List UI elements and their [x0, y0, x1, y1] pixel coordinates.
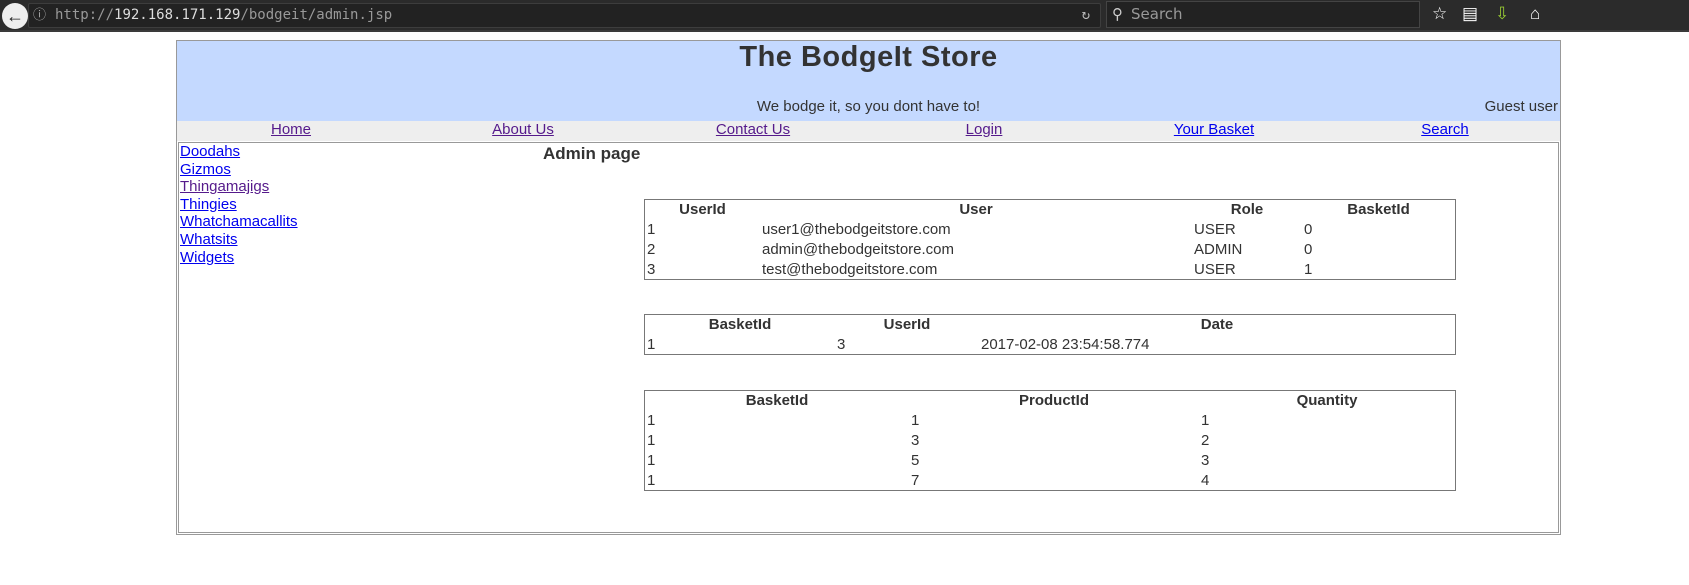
sidebar-item-thingamajigs[interactable]: Thingamajigs [180, 178, 298, 196]
cell: 3 [911, 431, 920, 449]
nav-your-basket[interactable]: Your Basket [1174, 121, 1254, 138]
cell: 1 [647, 335, 656, 353]
cell: test@thebodgeitstore.com [762, 260, 938, 278]
url-prefix: http:// [55, 7, 115, 23]
nav-contact-us[interactable]: Contact Us [716, 121, 790, 138]
search-placeholder: Search [1131, 5, 1183, 23]
cell: 1 [647, 220, 656, 238]
cell: 3 [1201, 451, 1210, 469]
home-icon[interactable]: ⌂ [1530, 4, 1540, 24]
reload-icon[interactable]: ↻ [1082, 4, 1090, 27]
sidebar-item-whatsits[interactable]: Whatsits [180, 231, 298, 249]
column-header: BasketId [708, 316, 772, 333]
table-row: 3 test@thebodgeitstore.com USER 1 [645, 259, 1455, 279]
sidebar-item-gizmos[interactable]: Gizmos [180, 161, 298, 179]
column-header: BasketId [1347, 201, 1410, 218]
column-header: UserId [679, 201, 726, 218]
cell: 2 [647, 240, 656, 258]
bookmark-star-icon[interactable]: ☆ [1432, 4, 1447, 24]
column-header: Role [1230, 201, 1264, 218]
download-icon[interactable]: ⇩ [1495, 4, 1509, 24]
cell: 0 [1304, 240, 1313, 258]
cell: 2017-02-08 23:54:58.774 [981, 335, 1150, 353]
back-button[interactable]: ← [2, 3, 28, 29]
cell: 1 [647, 451, 656, 469]
table-row: 1 5 3 [645, 450, 1455, 470]
url-bar[interactable]: ⓘ http://192.168.171.129/bodgeit/admin.j… [28, 3, 1101, 28]
search-icon: ⚲ [1112, 5, 1123, 23]
column-header: Quantity [1296, 392, 1358, 409]
sidebar-item-thingies[interactable]: Thingies [180, 196, 298, 214]
table-row: 1 user1@thebodgeitstore.com USER 0 [645, 219, 1455, 239]
cell: 7 [911, 471, 920, 489]
cell: 4 [1201, 471, 1210, 489]
cell: 3 [837, 335, 846, 353]
table-header-row: BasketId ProductId Quantity [645, 391, 1455, 410]
users-table: UserId User Role BasketId 1 user1@thebodg… [644, 199, 1456, 280]
table-row: 1 3 2 [645, 430, 1455, 450]
site-title: The BodgeIt Store [739, 41, 998, 73]
column-header: UserId [883, 316, 931, 333]
browser-search-input[interactable]: ⚲ Search [1106, 1, 1420, 28]
url-path: /bodgeit/admin.jsp [240, 7, 393, 23]
column-header: BasketId [745, 392, 809, 409]
cell: 1 [647, 411, 656, 429]
cell: user1@thebodgeitstore.com [762, 220, 951, 238]
cell: 1 [1304, 260, 1313, 278]
column-header: User [959, 201, 993, 218]
table-row: 1 7 4 [645, 470, 1455, 490]
user-status: Guest user [1484, 98, 1558, 115]
cell: 0 [1304, 220, 1313, 238]
reading-list-icon[interactable]: ▤ [1462, 4, 1478, 24]
basket-contents-table: BasketId ProductId Quantity 111 132 153 … [644, 390, 1456, 491]
sidebar: Doodahs Gizmos Thingamajigs Thingies Wha… [180, 143, 298, 266]
table-header-row: UserId User Role BasketId [645, 200, 1455, 219]
tagline: We bodge it, so you dont have to! [756, 98, 981, 115]
nav-about-us[interactable]: About Us [492, 121, 554, 138]
cell: USER [1194, 260, 1236, 278]
table-row: 2 admin@thebodgeitstore.com ADMIN 0 [645, 239, 1455, 259]
cell: 2 [1201, 431, 1210, 449]
table-header-row: BasketId UserId Date [645, 315, 1455, 334]
sidebar-item-doodahs[interactable]: Doodahs [180, 143, 298, 161]
column-header: ProductId [1019, 392, 1089, 409]
table-row: 1 3 2017-02-08 23:54:58.774 [645, 334, 1455, 354]
cell: 1 [911, 411, 920, 429]
baskets-table: BasketId UserId Date 1 3 2017-02-08 23:54:… [644, 314, 1456, 355]
nav-bar: Home About Us Contact Us Login Your Bask… [177, 121, 1560, 141]
nav-login[interactable]: Login [966, 121, 1003, 138]
table-row: 1 1 1 [645, 410, 1455, 430]
cell: 1 [647, 471, 656, 489]
cell: ADMIN [1194, 240, 1243, 258]
browser-toolbar: ← ⓘ http://192.168.171.129/bodgeit/admin… [0, 0, 1689, 32]
nav-home[interactable]: Home [271, 121, 311, 138]
cell: 3 [647, 260, 656, 278]
sidebar-item-whatchamacallits[interactable]: Whatchamacallits [180, 213, 298, 231]
cell: 5 [911, 451, 920, 469]
page-container: The BodgeIt Store We bodge it, so you do… [176, 40, 1561, 535]
site-header: The BodgeIt Store We bodge it, so you do… [177, 41, 1560, 121]
sidebar-item-widgets[interactable]: Widgets [180, 249, 298, 267]
cell: admin@thebodgeitstore.com [762, 240, 954, 258]
cell: 1 [647, 431, 656, 449]
page-title: Admin page [543, 144, 641, 163]
nav-search[interactable]: Search [1421, 121, 1469, 138]
content-area: Doodahs Gizmos Thingamajigs Thingies Wha… [178, 142, 1559, 533]
cell: 1 [1201, 411, 1210, 429]
column-header: Date [1200, 316, 1234, 333]
info-icon[interactable]: ⓘ [33, 4, 46, 27]
cell: USER [1194, 220, 1236, 238]
url-host: 192.168.171.129 [114, 7, 241, 23]
